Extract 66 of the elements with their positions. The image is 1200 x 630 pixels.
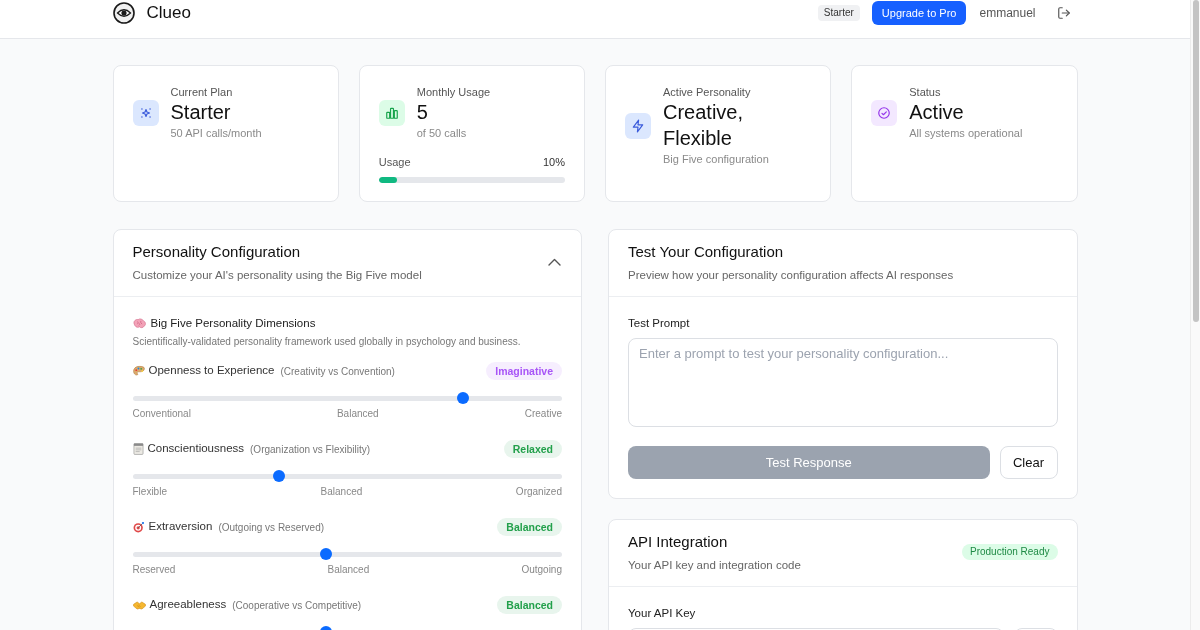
plan-badge: Starter [817, 5, 860, 21]
brain-icon [132, 317, 146, 329]
scale-label: Balanced [336, 407, 379, 421]
notepad-icon [132, 443, 144, 455]
stat-label: Monthly Usage [416, 85, 492, 99]
meter-label: Usage [378, 155, 411, 169]
field-label: Test Prompt [628, 316, 691, 331]
stat-detail: 50 API calls/month [170, 126, 263, 141]
scale-label: Creative [524, 407, 562, 421]
trait-axis: (Organization vs Flexibility) [250, 442, 371, 457]
field-label: Your API Key [628, 606, 697, 621]
slider-thumb[interactable] [319, 548, 332, 560]
stat-detail: of 50 calls [416, 126, 468, 141]
trait-badge: Balanced [497, 596, 562, 614]
clear-button[interactable]: Clear [999, 446, 1058, 479]
trait-badge: Relaxed [503, 440, 562, 458]
stat-label: Active Personality [663, 85, 752, 99]
panel-title: Personality Configuration [132, 242, 302, 262]
stat-label: Status [909, 85, 942, 99]
trait-axis: (Creativity vs Convention) [280, 364, 395, 379]
stat-detail: All systems operational [909, 126, 1024, 141]
chevron-up-icon[interactable] [548, 258, 561, 266]
scale-label: Balanced [320, 485, 363, 499]
scale-label: Conventional [132, 407, 191, 421]
section-title: Big Five Personality Dimensions [150, 316, 316, 331]
stat-label: Current Plan [170, 85, 234, 99]
panel-subtitle: Preview how your personality configuration affects AI responses [628, 268, 954, 283]
scale-label: Outgoing [521, 563, 562, 577]
sparkle-icon [132, 100, 159, 126]
trait-badge: Balanced [497, 518, 562, 536]
panel-title: Test Your Configuration [628, 242, 785, 262]
trait-name: Openness to Experience [148, 363, 275, 379]
trait-axis: (Outgoing vs Reserved) [218, 520, 325, 535]
lightning-icon [625, 113, 651, 139]
scrollbar-thumb[interactable] [1193, 0, 1199, 322]
trait-name: Extraversion [148, 519, 213, 535]
slider-thumb[interactable] [272, 470, 285, 482]
prompt-field[interactable]: Enter a prompt to test your personality configuration... [628, 338, 1058, 427]
panel-title: API Integration [628, 532, 729, 552]
username: emmanuel [979, 5, 1036, 22]
status-badge: Production Ready [962, 544, 1058, 560]
panel-subtitle: Your API key and integration code [628, 558, 801, 573]
section-description: Scientifically-validated personality framework used globally in psychology and business. [132, 335, 522, 349]
stat-value: Creative, Flexible [663, 100, 745, 151]
scale-label: Balanced [327, 563, 370, 577]
scale-label: Organized [515, 485, 562, 499]
trait-name: Agreeableness [149, 597, 227, 613]
bar-chart-icon [378, 100, 405, 126]
stat-value: Starter [170, 100, 232, 125]
panel-subtitle: Customize your AI's personality using the Big Five model [132, 268, 422, 283]
brand-name: Clueo [146, 2, 191, 24]
stat-value: Active [909, 100, 965, 125]
stat-detail: Big Five configuration [663, 152, 770, 167]
logout-icon[interactable] [1056, 6, 1071, 20]
trait-axis: (Cooperative vs Competitive) [232, 598, 362, 613]
handshake-icon [132, 599, 146, 611]
trait-name: Conscientiousness [147, 441, 245, 457]
stat-value: 5 [416, 100, 429, 125]
scale-label: Flexible [132, 485, 167, 499]
meter-reading: 10% [542, 155, 565, 169]
dart-target-icon [132, 521, 145, 533]
upgrade-button[interactable]: Upgrade to Pro [871, 1, 967, 25]
scale-label: Reserved [132, 563, 176, 577]
palette-icon [132, 365, 145, 377]
trait-badge: Imaginative [486, 362, 562, 380]
slider-thumb[interactable] [457, 392, 470, 404]
